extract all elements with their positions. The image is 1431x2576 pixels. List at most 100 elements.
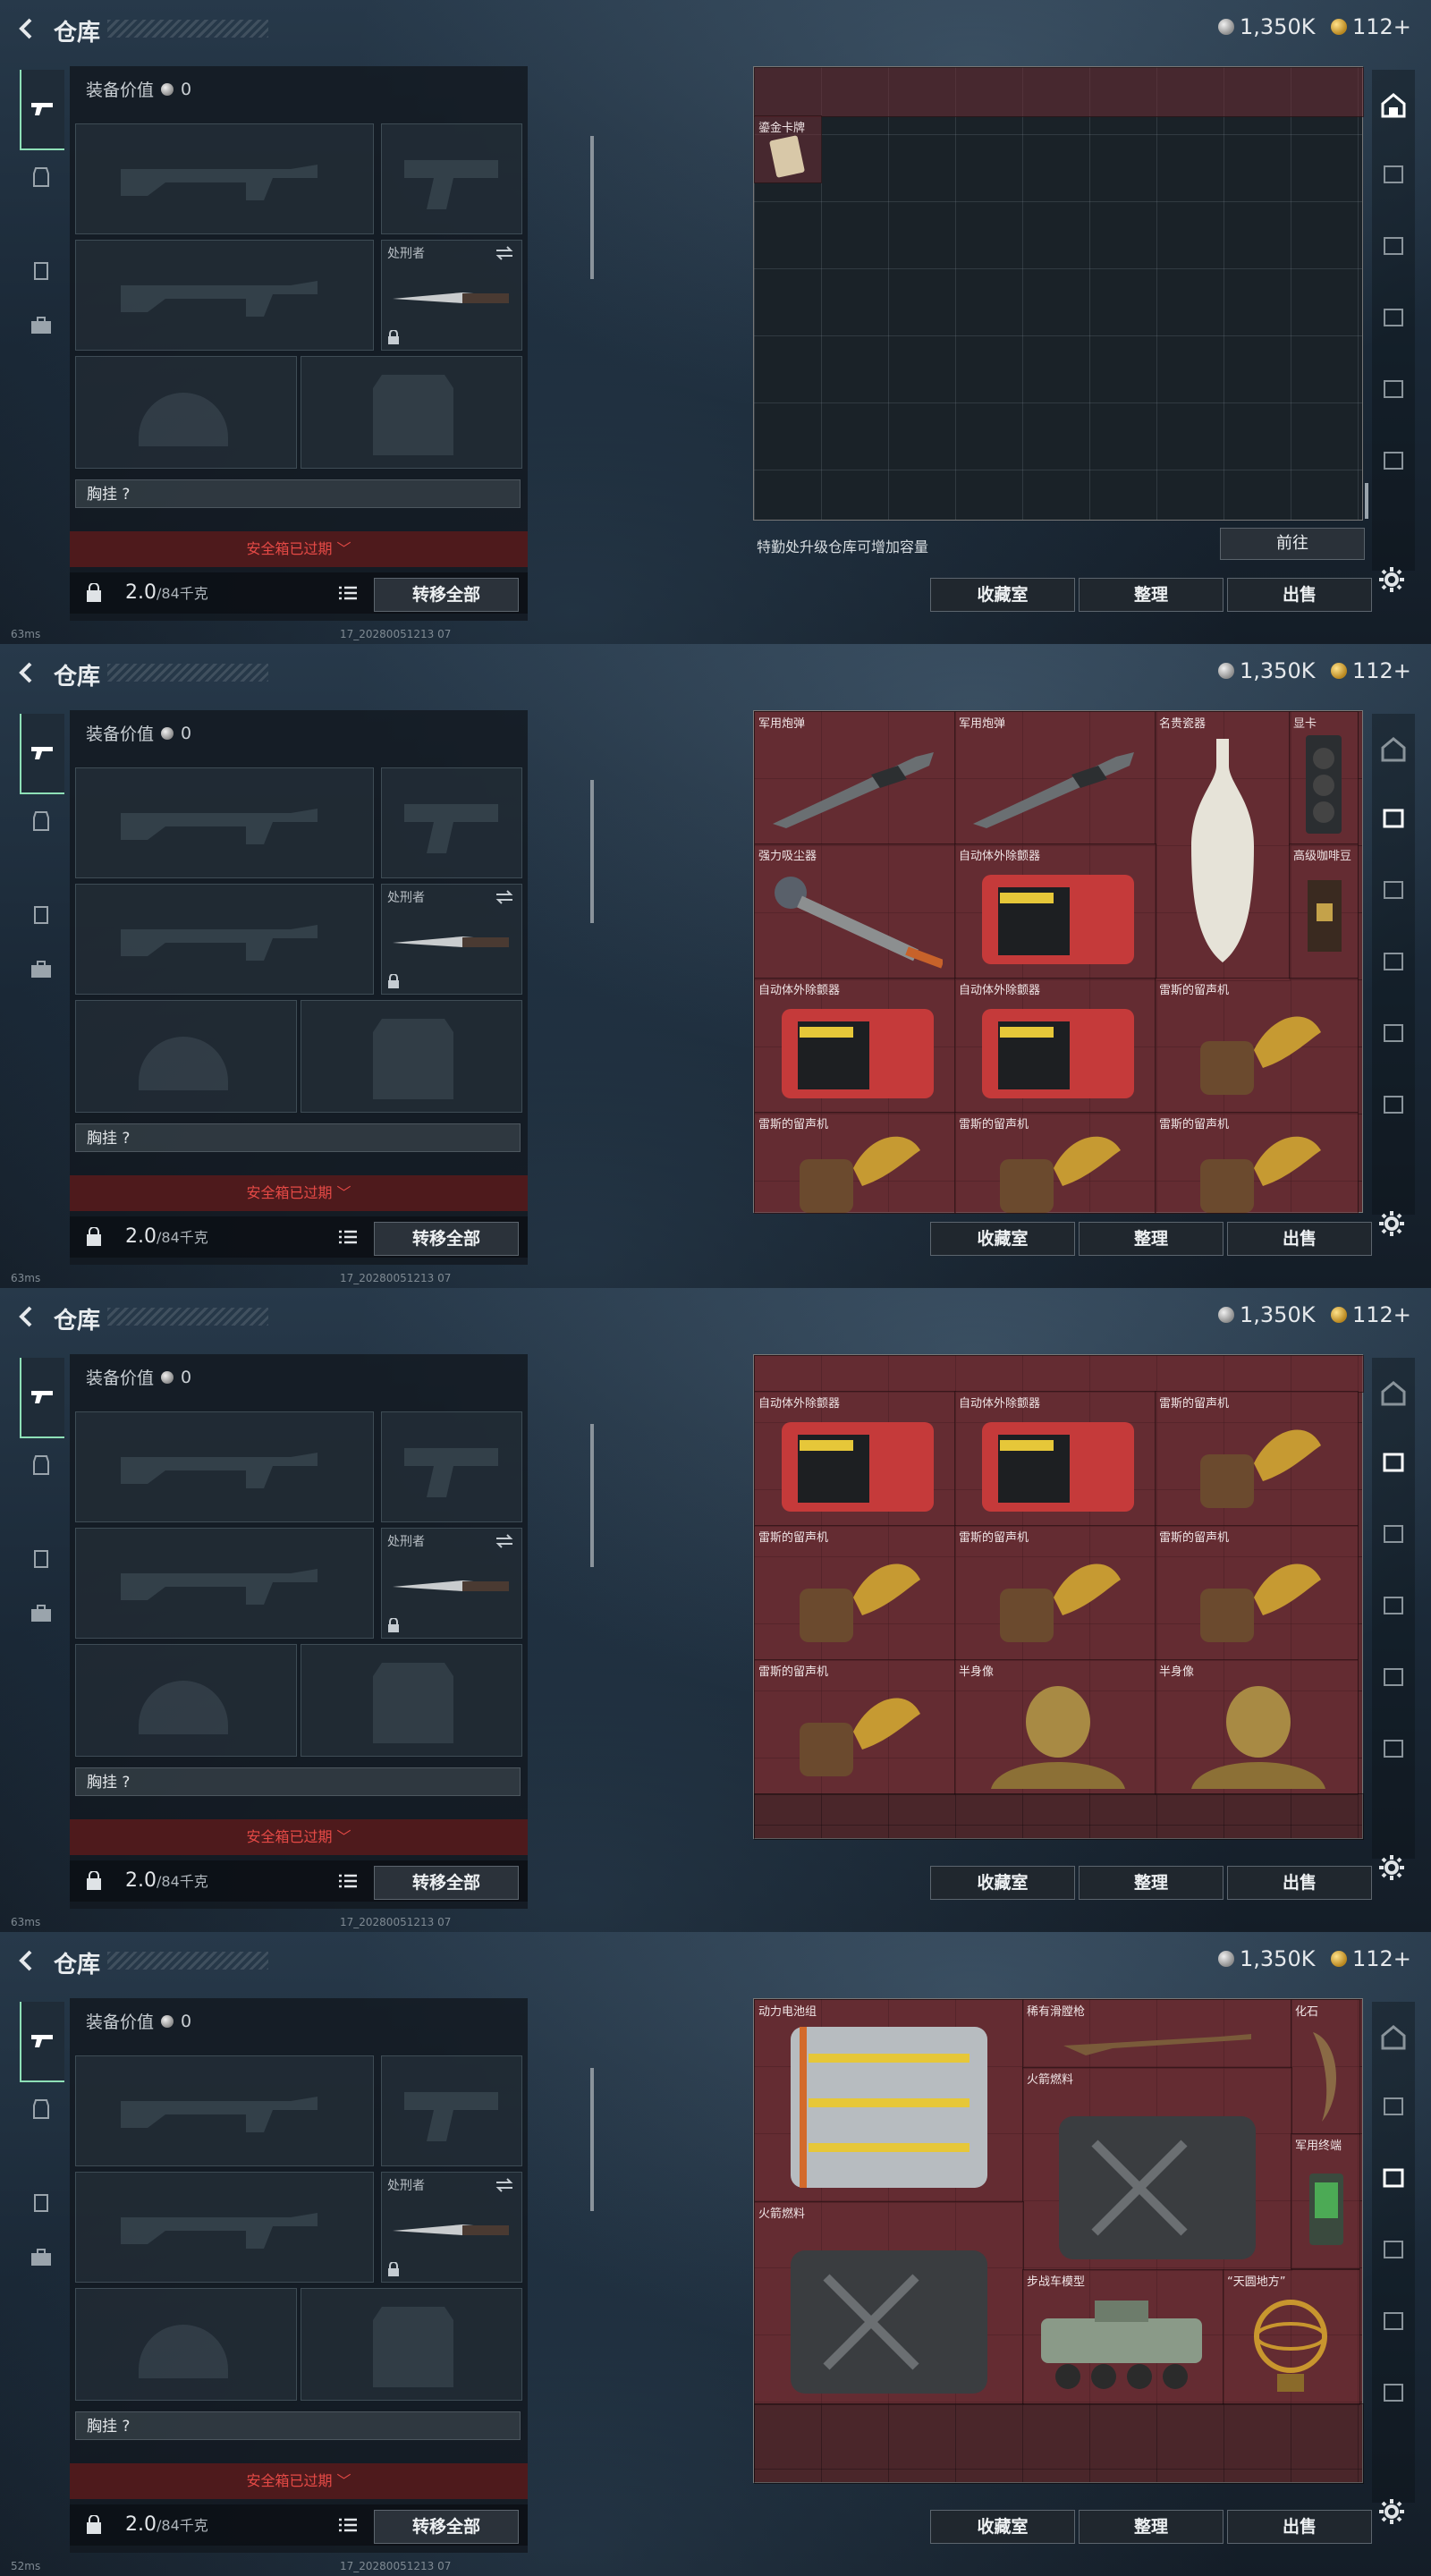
warehouse-item[interactable]: 雷斯的留声机 bbox=[754, 1112, 956, 1214]
body-armor-slot[interactable] bbox=[301, 1000, 522, 1113]
swap-icon[interactable] bbox=[495, 890, 514, 904]
storage-tab-icon[interactable] bbox=[1379, 2234, 1408, 2263]
warehouse-item[interactable]: 火箭燃料 bbox=[754, 2201, 1024, 2405]
warehouse-item[interactable]: 雷斯的留声机 bbox=[954, 1525, 1156, 1661]
storage-tab-icon[interactable] bbox=[1379, 1519, 1408, 1547]
sell-button[interactable]: 出售 bbox=[1227, 1222, 1372, 1256]
chest-rig-slot[interactable]: 胸挂 ? bbox=[75, 479, 521, 508]
storage-tab-icon[interactable] bbox=[1379, 231, 1408, 259]
rail-tab-weapons[interactable] bbox=[20, 70, 64, 150]
rail-tab-case[interactable] bbox=[20, 1592, 63, 1635]
warehouse-item[interactable]: 显卡 bbox=[1289, 711, 1359, 845]
melee-slot[interactable]: 处刑者 bbox=[381, 2172, 522, 2283]
rail-tab-backpack[interactable] bbox=[20, 249, 63, 292]
list-icon[interactable] bbox=[338, 1229, 358, 1245]
rail-tab-case[interactable] bbox=[20, 948, 63, 991]
body-armor-slot[interactable] bbox=[301, 1644, 522, 1757]
cut-off-item-row[interactable] bbox=[754, 1355, 1364, 1393]
pistol-slot[interactable] bbox=[381, 123, 522, 234]
pistol-slot[interactable] bbox=[381, 767, 522, 878]
rail-tab-backpack[interactable] bbox=[20, 2181, 63, 2224]
warehouse-grid[interactable]: 鎏金卡牌 bbox=[753, 66, 1364, 521]
storage-tab-icon[interactable] bbox=[1379, 159, 1408, 188]
rail-tab-weapons[interactable] bbox=[20, 1358, 64, 1438]
warehouse-item[interactable]: 雷斯的留声机 bbox=[754, 1525, 956, 1661]
secondary-weapon-slot[interactable] bbox=[75, 240, 374, 351]
collection-button[interactable]: 收藏室 bbox=[930, 2510, 1075, 2544]
transfer-all-button[interactable]: 转移全部 bbox=[374, 1866, 519, 1900]
warehouse-item[interactable]: 雷斯的留声机 bbox=[1155, 1525, 1359, 1661]
helmet-slot[interactable] bbox=[75, 1000, 297, 1113]
warehouse-item[interactable]: 军用炮弹 bbox=[954, 711, 1156, 845]
warehouse-tab-icon[interactable] bbox=[1379, 91, 1408, 120]
storage-tab-icon[interactable] bbox=[1379, 946, 1408, 975]
warehouse-item[interactable]: 稀有滑膛枪 bbox=[1022, 1999, 1292, 2069]
list-icon[interactable] bbox=[338, 585, 358, 601]
rail-tab-weapons[interactable] bbox=[20, 2002, 64, 2082]
warehouse-item[interactable]: 雷斯的留声机 bbox=[1155, 1112, 1359, 1214]
rail-tab-case[interactable] bbox=[20, 2236, 63, 2279]
settings-gear-icon[interactable] bbox=[1377, 2497, 1406, 2526]
warehouse-item[interactable]: 军用炮弹 bbox=[754, 711, 956, 845]
primary-weapon-slot[interactable] bbox=[75, 123, 374, 234]
settings-gear-icon[interactable] bbox=[1377, 1853, 1406, 1882]
sort-button[interactable]: 整理 bbox=[1079, 1866, 1224, 1900]
secondary-weapon-slot[interactable] bbox=[75, 2172, 374, 2283]
warehouse-grid[interactable]: 军用炮弹 军用炮弹 名贵瓷器 显卡 强力吸尘器 自动体外除颤器 高级咖啡豆 自动… bbox=[753, 710, 1363, 1214]
warehouse-item[interactable]: 自动体外除颤器 bbox=[954, 978, 1156, 1114]
goto-button[interactable]: 前往 bbox=[1220, 528, 1365, 560]
sort-button[interactable]: 整理 bbox=[1079, 2510, 1224, 2544]
swap-icon[interactable] bbox=[495, 1534, 514, 1548]
back-arrow-icon[interactable] bbox=[14, 1304, 39, 1329]
storage-tab-icon-active[interactable] bbox=[1379, 1447, 1408, 1476]
warehouse-item[interactable]: 半身像 bbox=[1155, 1659, 1359, 1795]
secondary-weapon-slot[interactable] bbox=[75, 1528, 374, 1639]
safe-box-expired-bar[interactable]: 安全箱已过期 ﹀ bbox=[70, 1819, 528, 1855]
pistol-slot[interactable] bbox=[381, 1411, 522, 1522]
warehouse-item[interactable]: 化石 bbox=[1291, 1999, 1360, 2135]
warehouse-tab-icon[interactable] bbox=[1379, 2023, 1408, 2052]
equipment-scrollbar[interactable] bbox=[590, 1424, 594, 1567]
secondary-weapon-slot[interactable] bbox=[75, 884, 374, 995]
warehouse-item[interactable]: 强力吸尘器 bbox=[754, 843, 956, 979]
storage-tab-icon[interactable] bbox=[1379, 1662, 1408, 1690]
warehouse-item[interactable]: 军用终端 bbox=[1291, 2133, 1360, 2269]
storage-tab-icon[interactable] bbox=[1379, 445, 1408, 474]
warehouse-item[interactable]: 雷斯的留声机 bbox=[1155, 1391, 1359, 1527]
melee-slot[interactable]: 处刑者 bbox=[381, 884, 522, 995]
chest-rig-slot[interactable]: 胸挂 ? bbox=[75, 1123, 521, 1152]
warehouse-grid[interactable]: 自动体外除颤器 自动体外除颤器 雷斯的留声机 雷斯的留声机 雷斯的留声机 雷斯的… bbox=[753, 1354, 1364, 1840]
rail-tab-armor[interactable] bbox=[20, 2088, 63, 2131]
warehouse-item[interactable]: 自动体外除颤器 bbox=[954, 843, 1156, 979]
safe-box-expired-bar[interactable]: 安全箱已过期 ﹀ bbox=[70, 1175, 528, 1211]
gold-currency[interactable]: 112+ bbox=[1331, 658, 1411, 683]
storage-tab-icon[interactable] bbox=[1379, 1733, 1408, 1762]
storage-tab-icon-active[interactable] bbox=[1379, 803, 1408, 832]
melee-slot[interactable]: 处刑者 bbox=[381, 1528, 522, 1639]
transfer-all-button[interactable]: 转移全部 bbox=[374, 578, 519, 612]
storage-tab-icon-active[interactable] bbox=[1379, 2163, 1408, 2191]
warehouse-grid[interactable]: 动力电池组 稀有滑膛枪 化石 火箭燃料 军用终端 火箭燃料 步战车模型 “天圆地… bbox=[753, 1998, 1364, 2484]
warehouse-item[interactable]: 自动体外除颤器 bbox=[754, 978, 956, 1114]
storage-tab-icon[interactable] bbox=[1379, 1018, 1408, 1046]
warehouse-item[interactable]: 自动体外除颤器 bbox=[954, 1391, 1156, 1527]
back-arrow-icon[interactable] bbox=[14, 1948, 39, 1973]
warehouse-item[interactable]: 火箭燃料 bbox=[1022, 2067, 1292, 2271]
storage-tab-icon[interactable] bbox=[1379, 374, 1408, 402]
sort-button[interactable]: 整理 bbox=[1079, 578, 1224, 612]
sell-button[interactable]: 出售 bbox=[1227, 2510, 1372, 2544]
primary-weapon-slot[interactable] bbox=[75, 2055, 374, 2166]
list-icon[interactable] bbox=[338, 1873, 358, 1889]
primary-weapon-slot[interactable] bbox=[75, 767, 374, 878]
rail-tab-backpack[interactable] bbox=[20, 893, 63, 936]
storage-tab-icon[interactable] bbox=[1379, 1590, 1408, 1619]
chest-rig-slot[interactable]: 胸挂 ? bbox=[75, 1767, 521, 1796]
warehouse-item[interactable]: 自动体外除颤器 bbox=[754, 1391, 956, 1527]
rail-tab-case[interactable] bbox=[20, 304, 63, 347]
collection-button[interactable]: 收藏室 bbox=[930, 1222, 1075, 1256]
swap-icon[interactable] bbox=[495, 2178, 514, 2192]
sort-button[interactable]: 整理 bbox=[1079, 1222, 1224, 1256]
rail-tab-armor[interactable] bbox=[20, 1444, 63, 1487]
gold-currency[interactable]: 112+ bbox=[1331, 14, 1411, 39]
chest-rig-slot[interactable]: 胸挂 ? bbox=[75, 2411, 521, 2440]
